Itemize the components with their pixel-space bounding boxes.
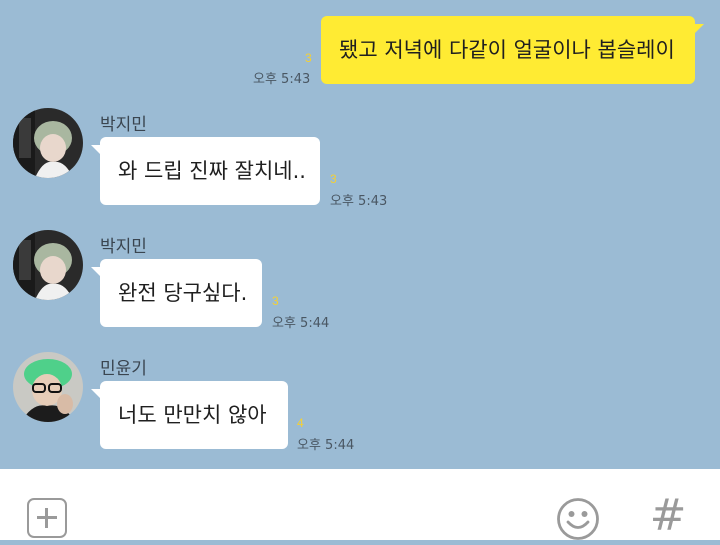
message-time: 오후 5:44 [297,438,355,453]
unread-count: 4 [297,416,304,430]
profile-photo-icon [13,230,83,300]
message-time: 오후 5:44 [272,316,330,331]
message-text: 완전 당구싶다. [118,280,248,305]
incoming-message-bubble[interactable]: 너도 만만치 않아 [91,381,288,449]
hash-icon[interactable]: # [648,492,688,540]
profile-photo-icon [13,352,83,422]
unread-count: 3 [330,172,337,186]
avatar[interactable] [13,352,83,422]
sender-name: 박지민 [100,237,147,257]
smiley-face-icon [557,498,599,540]
message-text: 너도 만만치 않아 [118,402,267,427]
message-time: 오후 5:43 [253,72,311,87]
avatar[interactable] [13,108,83,178]
unread-count: 3 [305,51,312,65]
input-bar [0,469,720,540]
outgoing-message-bubble[interactable]: 됐고 저녁에 다같이 얼굴이나 봅슬레이 [321,16,704,84]
incoming-message-bubble[interactable]: 완전 당구싶다. [91,259,262,327]
sender-name: 박지민 [100,115,147,135]
emoticon-icon[interactable] [556,497,600,541]
chat-area[interactable]: 됐고 저녁에 다같이 얼굴이나 봅슬레이 3 오후 5:43 박지민 와 드립 … [0,0,720,469]
plus-icon[interactable] [27,498,67,538]
unread-count: 3 [272,294,279,308]
message-text: 됐고 저녁에 다같이 얼굴이나 봅슬레이 [339,37,675,62]
profile-photo-icon [13,108,83,178]
avatar[interactable] [13,230,83,300]
incoming-message-bubble[interactable]: 와 드립 진짜 잘치네.. [91,137,320,205]
message-time: 오후 5:43 [330,194,388,209]
message-text: 와 드립 진짜 잘치네.. [118,158,306,183]
sender-name: 민윤기 [100,359,147,379]
